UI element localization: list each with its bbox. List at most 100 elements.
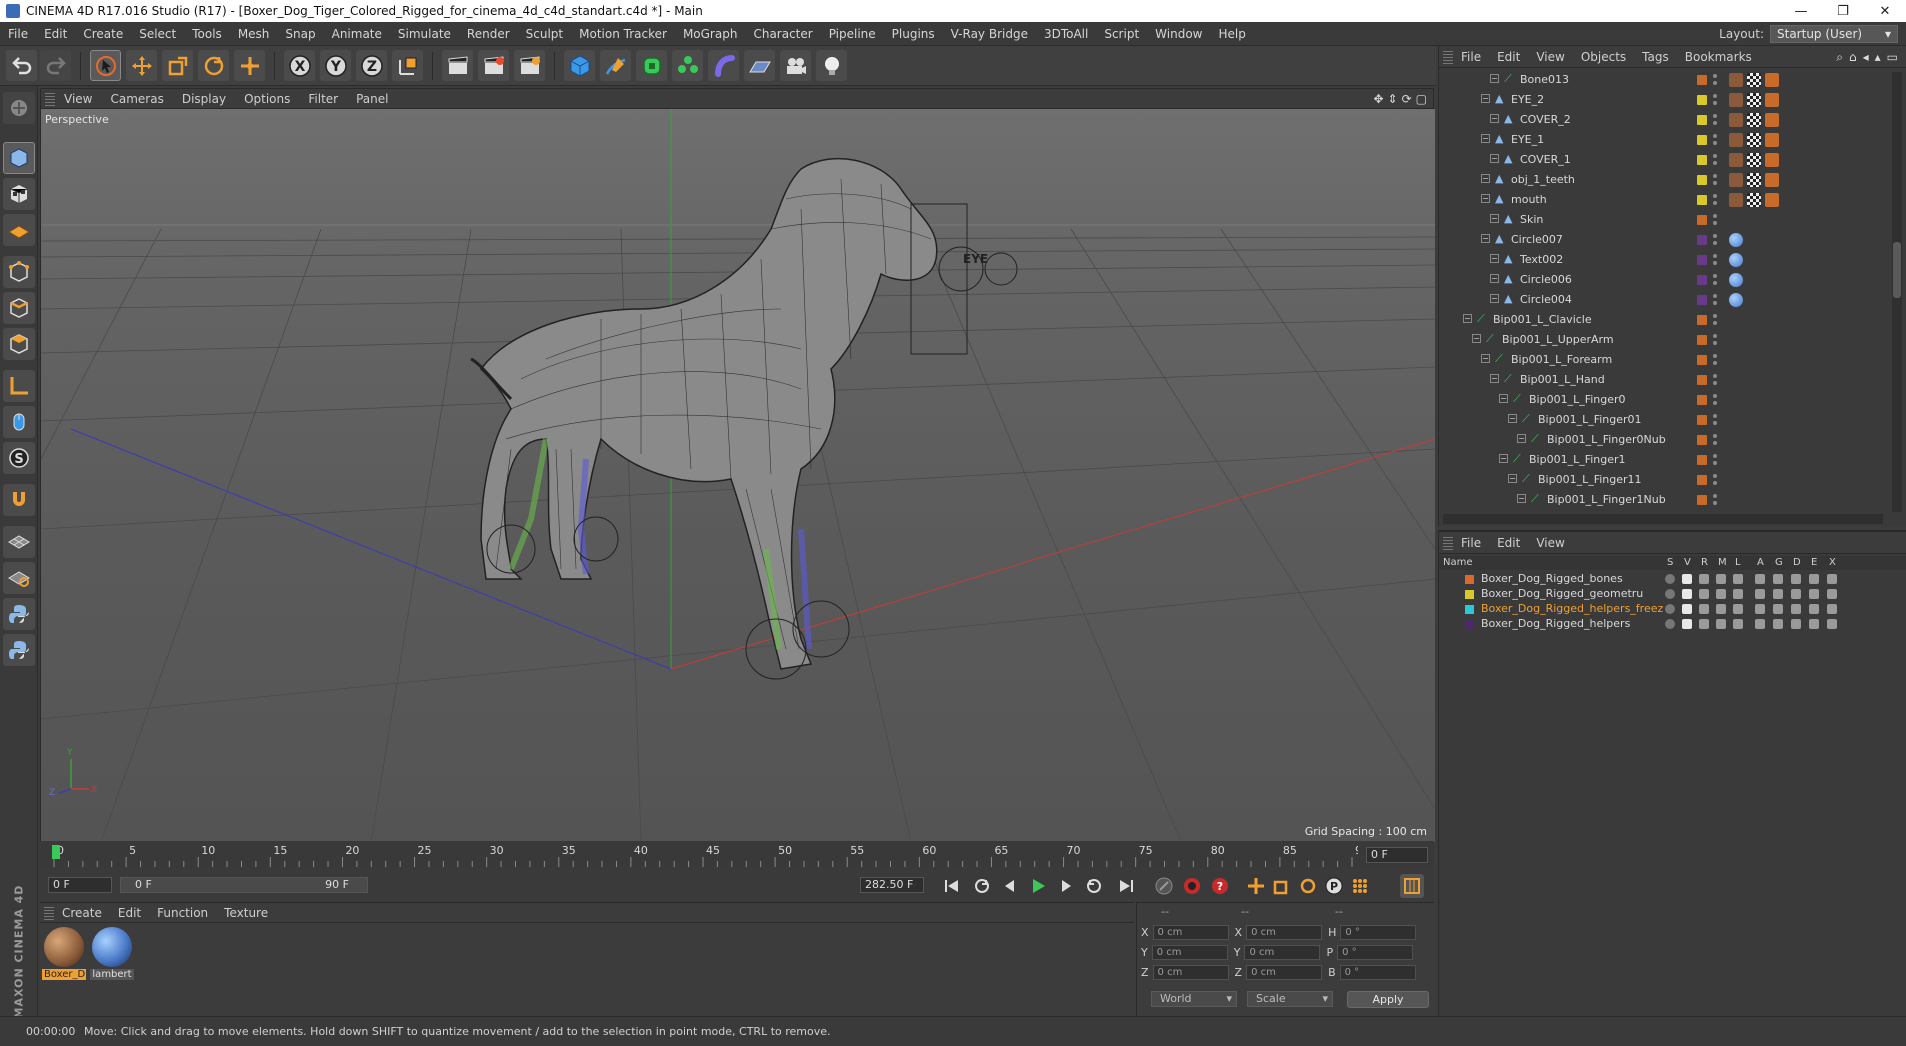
object-row[interactable]: − ⟋ Bip001_L_Hand (1439, 370, 1887, 390)
object-row[interactable]: − ⟋ Bip001_L_Finger1Nub (1439, 490, 1887, 510)
render-visibility-dot[interactable] (1713, 201, 1717, 205)
menu-sculpt[interactable]: Sculpt (518, 27, 571, 41)
layer-row[interactable]: Boxer_Dog_Rigged_bones (1439, 572, 1906, 587)
layer-row[interactable]: Boxer_Dog_Rigged_geometru (1439, 587, 1906, 602)
menu-3dtoall[interactable]: 3DToAll (1036, 27, 1096, 41)
spline-pen-button[interactable] (600, 50, 631, 81)
playhead[interactable] (52, 845, 60, 859)
workplane-align-button[interactable] (3, 562, 35, 594)
object-row[interactable]: − ▲ EYE_2 (1439, 90, 1887, 110)
render-visibility-dot[interactable] (1713, 461, 1717, 465)
transform-tool-button[interactable] (234, 50, 265, 81)
go-to-end-button[interactable] (1114, 874, 1138, 898)
expand-toggle-icon[interactable]: − (1481, 234, 1490, 243)
size-x-field[interactable]: 0 cm (1246, 925, 1323, 940)
editor-visibility-dot[interactable] (1713, 214, 1717, 218)
render-visibility-dot[interactable] (1713, 241, 1717, 245)
menu-character[interactable]: Character (745, 27, 820, 41)
pos-x-field[interactable]: 0 cm (1152, 925, 1229, 940)
xref-toggle-icon[interactable] (1827, 604, 1837, 614)
texture-tag-icon[interactable] (1747, 133, 1761, 147)
object-row[interactable]: − ⟋ Bip001_L_Forearm (1439, 350, 1887, 370)
current-frame-field[interactable]: 0 F (1366, 847, 1428, 863)
snapping-button[interactable]: S (3, 442, 35, 474)
material-tag-icon[interactable] (1765, 73, 1779, 87)
layer-color-chip[interactable] (1697, 455, 1707, 465)
key-point-level-button[interactable] (1348, 874, 1372, 898)
xref-toggle-icon[interactable] (1827, 574, 1837, 584)
material-tag-icon[interactable] (1729, 173, 1743, 187)
apply-button[interactable]: Apply (1347, 991, 1429, 1008)
panel-grip[interactable] (1443, 49, 1453, 64)
object-row[interactable]: − ▲ Circle004 (1439, 290, 1887, 310)
points-mode-button[interactable] (3, 256, 35, 288)
layer-color-chip[interactable] (1697, 435, 1707, 445)
texture-tag-icon[interactable] (1747, 173, 1761, 187)
timeline-ruler[interactable]: 051015202530354045505560657075808590 (48, 843, 1358, 867)
layer-color-chip[interactable] (1697, 155, 1707, 165)
object-menu-edit[interactable]: Edit (1489, 50, 1528, 64)
material-tag-icon[interactable] (1765, 133, 1779, 147)
render-visibility-dot[interactable] (1713, 341, 1717, 345)
layer-color-chip[interactable] (1697, 275, 1707, 285)
editor-visibility-dot[interactable] (1713, 274, 1717, 278)
material-tag-icon[interactable] (1729, 233, 1743, 247)
expression-toggle-icon[interactable] (1809, 619, 1819, 629)
expand-toggle-icon[interactable]: − (1508, 414, 1517, 423)
object-row[interactable]: − ⟋ Bip001_L_Finger0Nub (1439, 430, 1887, 450)
edges-mode-button[interactable] (3, 292, 35, 324)
material-tag-icon[interactable] (1729, 73, 1743, 87)
layer-color-chip[interactable] (1697, 335, 1707, 345)
render-toggle-icon[interactable] (1699, 604, 1709, 614)
material-menu-function[interactable]: Function (149, 906, 216, 920)
undo-button[interactable] (6, 50, 37, 81)
animation-toggle-icon[interactable] (1755, 604, 1765, 614)
layer-color-chip[interactable] (1697, 255, 1707, 265)
move-tool-button[interactable] (126, 50, 157, 81)
layer-color-chip[interactable] (1697, 195, 1707, 205)
render-visibility-dot[interactable] (1713, 141, 1717, 145)
expand-toggle-icon[interactable]: − (1490, 294, 1499, 303)
animation-toggle-icon[interactable] (1755, 589, 1765, 599)
menu-mograph[interactable]: MoGraph (675, 27, 746, 41)
object-menu-tags[interactable]: Tags (1634, 50, 1677, 64)
solo-toggle-icon[interactable] (1665, 619, 1675, 629)
material-menu-texture[interactable]: Texture (216, 906, 276, 920)
object-row[interactable]: − ▲ COVER_1 (1439, 150, 1887, 170)
texture-tag-icon[interactable] (1747, 93, 1761, 107)
menu-script[interactable]: Script (1096, 27, 1147, 41)
animation-toggle-icon[interactable] (1755, 619, 1765, 629)
viewport-menu-cameras[interactable]: Cameras (101, 92, 172, 106)
generator-toggle-icon[interactable] (1773, 619, 1783, 629)
render-visibility-dot[interactable] (1713, 261, 1717, 265)
layer-color-chip[interactable] (1465, 620, 1474, 629)
manager-toggle-icon[interactable] (1716, 604, 1726, 614)
layer-color-chip[interactable] (1697, 95, 1707, 105)
editor-visibility-dot[interactable] (1713, 254, 1717, 258)
object-row[interactable]: − ▲ Circle006 (1439, 270, 1887, 290)
object-menu-file[interactable]: File (1453, 50, 1489, 64)
python-script-2-button[interactable] (3, 634, 35, 666)
editor-visibility-dot[interactable] (1713, 334, 1717, 338)
generator-toggle-icon[interactable] (1773, 604, 1783, 614)
texture-tag-icon[interactable] (1747, 193, 1761, 207)
layer-column-r[interactable]: R (1701, 557, 1708, 568)
size-y-field[interactable]: 0 cm (1244, 945, 1321, 960)
timeline-window-button[interactable] (1400, 874, 1424, 898)
expand-toggle-icon[interactable]: − (1499, 454, 1508, 463)
render-settings-button[interactable] (514, 50, 545, 81)
render-visibility-dot[interactable] (1713, 281, 1717, 285)
deformer-toggle-icon[interactable] (1791, 604, 1801, 614)
floor-button[interactable] (744, 50, 775, 81)
material-swatch-boxer[interactable]: Boxer_D (42, 927, 86, 980)
xref-toggle-icon[interactable] (1827, 619, 1837, 629)
manager-toggle-icon[interactable] (1716, 574, 1726, 584)
material-tag-icon[interactable] (1765, 153, 1779, 167)
layer-color-chip[interactable] (1697, 75, 1707, 85)
scrollbar-thumb[interactable] (1893, 242, 1901, 298)
layer-menu-edit[interactable]: Edit (1489, 536, 1528, 550)
material-menu-create[interactable]: Create (54, 906, 110, 920)
expand-toggle-icon[interactable]: − (1508, 474, 1517, 483)
workplane-mode-button[interactable] (3, 214, 35, 246)
record-keys-button[interactable] (1152, 874, 1176, 898)
